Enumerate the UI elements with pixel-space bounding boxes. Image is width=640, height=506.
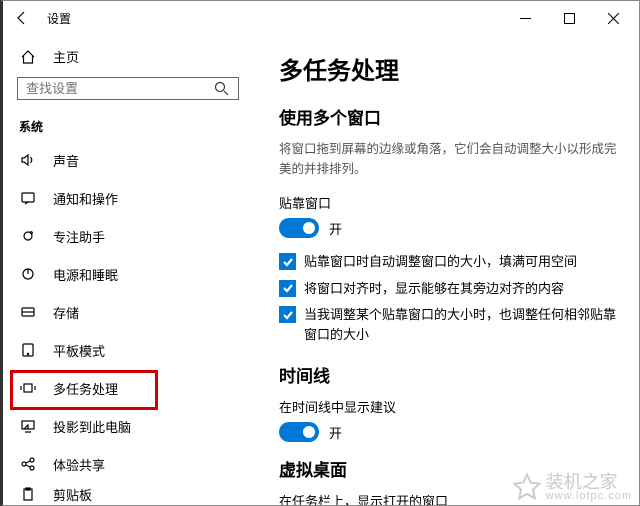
timeline-toggle[interactable] <box>279 422 319 442</box>
power-icon <box>19 266 37 282</box>
check-label: 将窗口对齐时，显示能够在其旁边对齐的内容 <box>304 279 564 299</box>
minimize-button[interactable] <box>503 3 547 33</box>
timeline-label: 在时间线中显示建议 <box>279 397 623 416</box>
section-description: 将窗口拖到屏幕的边缘或角落，它们会自动调整大小以形成完美的并排排列。 <box>279 139 623 179</box>
sidebar-item-multitasking[interactable]: 多任务处理 <box>3 369 253 407</box>
sound-icon <box>19 152 37 168</box>
checkbox-1[interactable] <box>279 253 296 270</box>
titlebar: 设置 <box>3 1 639 35</box>
virtual-desktop-label: 在任务栏上，显示打开的窗口 <box>279 491 623 505</box>
sidebar-item-label: 平板模式 <box>53 341 105 360</box>
home-label: 主页 <box>53 47 79 66</box>
sidebar-item-power[interactable]: 电源和睡眠 <box>3 255 253 293</box>
sidebar-item-label: 多任务处理 <box>53 379 118 398</box>
sidebar: 主页 系统 声音 <box>3 35 253 505</box>
checkbox-3[interactable] <box>279 306 296 323</box>
sidebar-item-label: 剪贴板 <box>53 485 92 504</box>
section-heading: 虚拟桌面 <box>279 456 623 481</box>
group-title: 系统 <box>3 110 253 141</box>
check-label: 贴靠窗口时自动调整窗口的大小，填满可用空间 <box>304 252 577 272</box>
section-heading: 使用多个窗口 <box>279 104 623 129</box>
multitasking-icon <box>19 380 37 396</box>
snap-toggle[interactable] <box>279 218 319 238</box>
search-box[interactable] <box>17 77 239 100</box>
back-button[interactable] <box>13 10 31 26</box>
tablet-icon <box>19 342 37 358</box>
page-title: 多任务处理 <box>279 51 623 86</box>
sidebar-item-tablet[interactable]: 平板模式 <box>3 331 253 369</box>
storage-icon <box>19 304 37 320</box>
toggle-state: 开 <box>329 219 342 238</box>
project-icon <box>19 418 37 434</box>
sidebar-item-sound[interactable]: 声音 <box>3 141 253 179</box>
toggle-state: 开 <box>329 423 342 442</box>
sidebar-item-shared[interactable]: 体验共享 <box>3 445 253 483</box>
checkbox-2[interactable] <box>279 280 296 297</box>
section-heading: 时间线 <box>279 362 623 387</box>
sidebar-item-clipboard[interactable]: 剪贴板 <box>3 483 253 505</box>
sidebar-item-storage[interactable]: 存储 <box>3 293 253 331</box>
search-icon <box>214 81 230 96</box>
snap-label: 贴靠窗口 <box>279 193 623 212</box>
share-icon <box>19 456 37 472</box>
sidebar-item-label: 通知和操作 <box>53 189 118 208</box>
window-title: 设置 <box>47 10 71 27</box>
settings-window: 设置 主页 <box>0 0 640 506</box>
sidebar-item-projecting[interactable]: 投影到此电脑 <box>3 407 253 445</box>
sidebar-item-label: 声音 <box>53 151 79 170</box>
notification-icon <box>19 190 37 206</box>
home-icon <box>19 49 37 65</box>
sidebar-item-label: 电源和睡眠 <box>53 265 118 284</box>
clipboard-icon <box>19 486 37 502</box>
maximize-button[interactable] <box>547 3 591 33</box>
close-button[interactable] <box>591 3 635 33</box>
sidebar-item-notifications[interactable]: 通知和操作 <box>3 179 253 217</box>
search-input[interactable] <box>26 81 214 96</box>
sidebar-item-label: 存储 <box>53 303 79 322</box>
content-area: 多任务处理 使用多个窗口 将窗口拖到屏幕的边缘或角落，它们会自动调整大小以形成完… <box>253 35 639 505</box>
home-button[interactable]: 主页 <box>3 43 253 71</box>
sidebar-item-label: 投影到此电脑 <box>53 417 131 436</box>
sidebar-item-label: 体验共享 <box>53 455 105 474</box>
check-label: 当我调整某个贴靠窗口的大小时，也调整任何相邻贴靠窗口的大小 <box>304 305 623 344</box>
sidebar-item-focus-assist[interactable]: 专注助手 <box>3 217 253 255</box>
focus-icon <box>19 228 37 244</box>
sidebar-item-label: 专注助手 <box>53 227 105 246</box>
